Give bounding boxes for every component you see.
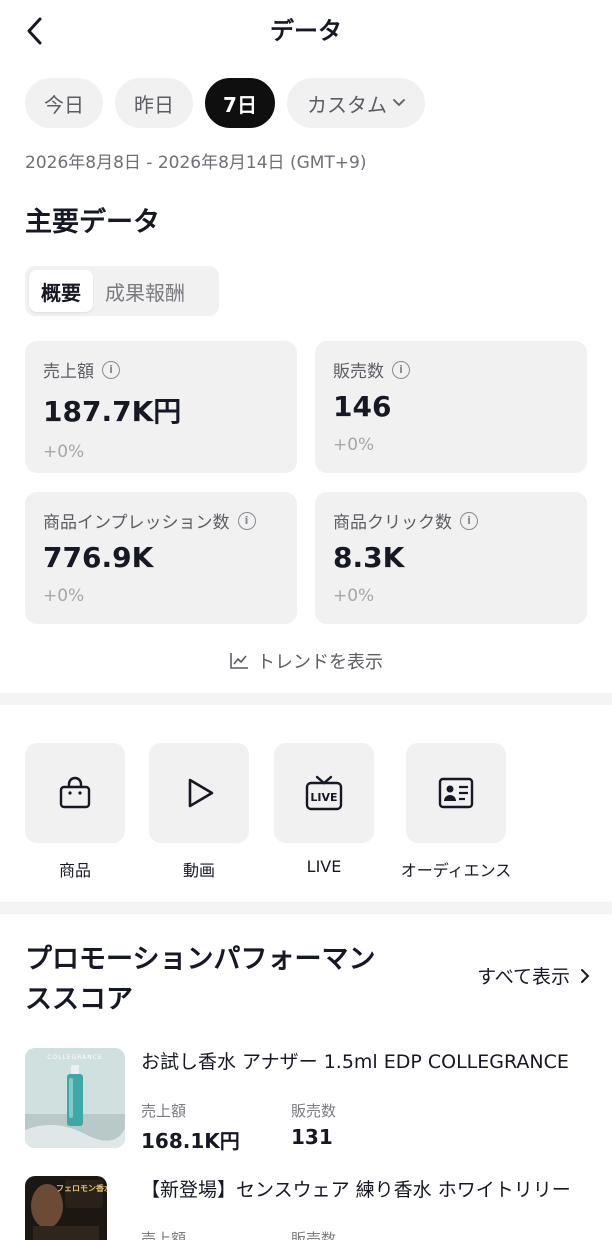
quick-link-label: オーディエンス bbox=[400, 861, 512, 880]
product-sales-label: 売上額 bbox=[141, 1230, 187, 1240]
product-thumbnail: フェロモン香水 bbox=[25, 1176, 107, 1240]
product-units-label: 販売数 bbox=[291, 1230, 337, 1240]
product-name: お試し香水 アナザー 1.5ml EDP COLLEGRANCE bbox=[141, 1051, 569, 1073]
quick-link-label: LIVE bbox=[306, 857, 342, 876]
metric-change: +0% bbox=[333, 435, 375, 455]
metric-label: 販売数 bbox=[333, 362, 384, 382]
product-units-label: 販売数 bbox=[291, 1102, 337, 1120]
metric-value: 8.3K bbox=[333, 541, 405, 574]
key-data-title: 主要データ bbox=[25, 207, 160, 238]
date-range-text: 2026年8月8日 - 2026年8月14日 (GMT+9) bbox=[25, 153, 367, 173]
tab-custom-label: カスタム bbox=[307, 92, 387, 117]
section-divider bbox=[0, 902, 612, 914]
product-thumb-text: フェロモン香水 bbox=[56, 1183, 107, 1193]
chevron-down-icon bbox=[393, 99, 405, 107]
segment-commission[interactable]: 成果報酬 bbox=[93, 270, 197, 312]
product-name: 【新登場】センスウェア 練り香水 ホワイトリリー bbox=[141, 1179, 571, 1201]
section-divider bbox=[0, 693, 612, 705]
see-all-label: すべて表示 bbox=[477, 966, 570, 988]
date-filter-tabs: 今日 昨日 7日 カスタム bbox=[25, 78, 425, 128]
promotion-title-line: プロモーションパフォーマン bbox=[25, 944, 376, 975]
info-icon[interactable]: i bbox=[460, 511, 478, 530]
profile-card-icon bbox=[438, 777, 474, 809]
header: データ bbox=[0, 0, 612, 64]
metric-change: +0% bbox=[333, 586, 375, 606]
quick-link-audience[interactable]: オーディエンス bbox=[401, 743, 511, 881]
shopping-bag-icon bbox=[59, 776, 91, 809]
metric-change: +0% bbox=[43, 586, 85, 606]
info-icon[interactable]: i bbox=[237, 511, 256, 530]
metric-card-clicks[interactable]: 商品クリック数 i 8.3K +0% bbox=[315, 492, 587, 624]
show-trend-label: トレンドを表示 bbox=[257, 652, 383, 673]
metric-card-units-sold[interactable]: 販売数 i 146 +0% bbox=[315, 341, 587, 473]
product-row[interactable]: フェロモン香水 【新登場】センスウェア 練り香水 ホワイトリリー 売上額 販売数 bbox=[25, 1176, 595, 1240]
svg-text:LIVE: LIVE bbox=[310, 791, 337, 804]
info-icon[interactable]: i bbox=[392, 360, 410, 379]
product-sales-label: 売上額 bbox=[141, 1102, 187, 1120]
quick-link-live[interactable]: LIVE LIVE bbox=[274, 743, 374, 876]
product-row[interactable]: COLLEGRANCE お試し香水 アナザー 1.5ml EDP COLLEGR… bbox=[25, 1048, 595, 1158]
product-thumb-text: COLLEGRANCE bbox=[47, 1054, 103, 1061]
metric-label: 商品クリック数 bbox=[333, 513, 452, 533]
trend-chart-icon bbox=[230, 653, 248, 669]
metric-card-sales[interactable]: 売上額 i 187.7K円 +0% bbox=[25, 341, 297, 473]
metric-label: 商品インプレッション数 bbox=[43, 513, 230, 533]
quick-link-videos[interactable]: 動画 bbox=[149, 743, 249, 881]
tab-today[interactable]: 今日 bbox=[25, 78, 103, 128]
metric-change: +0% bbox=[43, 442, 85, 462]
metric-value: 776.9K bbox=[43, 541, 154, 574]
play-icon bbox=[188, 778, 214, 808]
metric-value: 146 bbox=[333, 390, 392, 423]
product-units-value: 131 bbox=[291, 1125, 333, 1149]
metric-card-impressions[interactable]: 商品インプレッション数 i 776.9K +0% bbox=[25, 492, 297, 624]
quick-link-label: 動画 bbox=[182, 861, 215, 880]
quick-link-label: 商品 bbox=[58, 861, 91, 880]
page-title: データ bbox=[270, 17, 342, 45]
tab-custom[interactable]: カスタム bbox=[287, 78, 425, 128]
show-trend-link[interactable]: トレンドを表示 bbox=[0, 648, 612, 674]
see-all-link[interactable]: すべて表示 bbox=[477, 962, 590, 989]
metric-value: 187.7K円 bbox=[43, 395, 182, 428]
metric-label: 売上額 bbox=[43, 362, 94, 382]
live-tv-icon: LIVE bbox=[305, 775, 343, 811]
chevron-right-icon bbox=[581, 968, 590, 983]
quick-link-products[interactable]: 商品 bbox=[25, 743, 125, 881]
tab-yesterday[interactable]: 昨日 bbox=[115, 78, 193, 128]
product-sales-value: 168.1K円 bbox=[141, 1129, 240, 1153]
promotion-title-line: ススコア bbox=[25, 984, 133, 1015]
key-data-segment: 概要 成果報酬 bbox=[25, 266, 219, 316]
promotion-score-title: プロモーションパフォーマン ススコア bbox=[25, 940, 425, 1020]
info-icon[interactable]: i bbox=[102, 360, 120, 379]
tab-7-days[interactable]: 7日 bbox=[205, 78, 275, 128]
product-thumbnail: COLLEGRANCE bbox=[25, 1048, 125, 1148]
segment-overview[interactable]: 概要 bbox=[29, 270, 93, 312]
